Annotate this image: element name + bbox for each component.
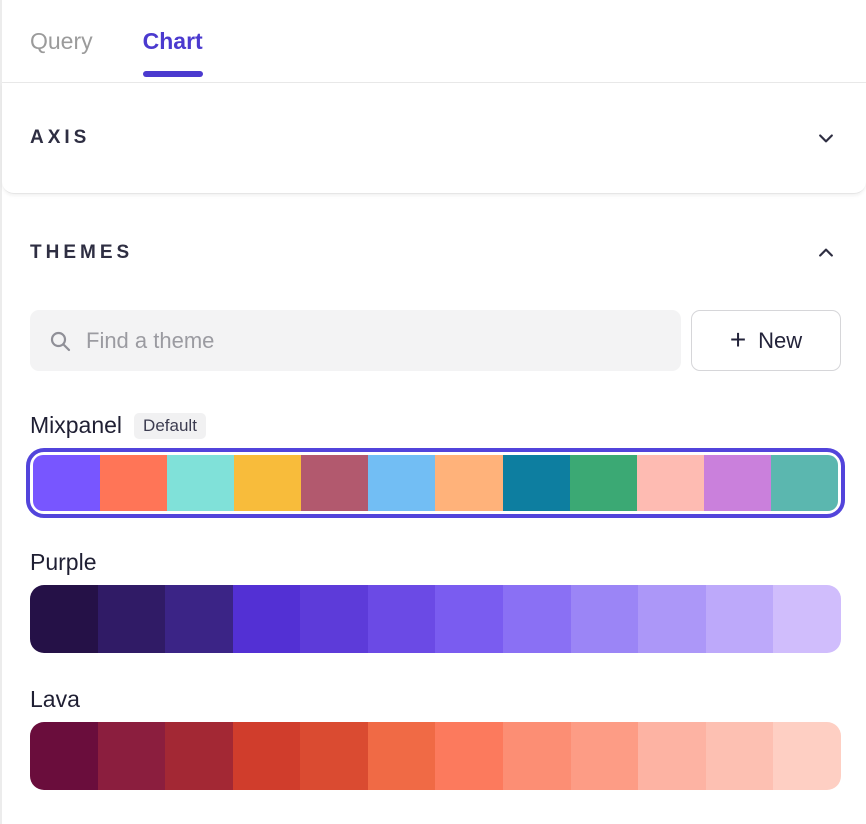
color-swatch (706, 722, 774, 790)
chart-settings-panel: Query Chart AXIS THEMES + New Mixpanel De… (0, 0, 866, 824)
theme-swatch-row[interactable] (33, 455, 838, 511)
search-icon (48, 329, 72, 353)
tab-bar: Query Chart (2, 0, 866, 83)
color-swatch (638, 585, 706, 653)
tab-chart[interactable]: Chart (143, 0, 203, 82)
theme-swatch-row[interactable] (30, 722, 841, 790)
themes-section-header[interactable]: THEMES (2, 224, 866, 282)
axis-section-header[interactable]: AXIS (2, 83, 866, 194)
color-swatch (706, 585, 774, 653)
color-swatch (233, 585, 301, 653)
theme-block-mint: Mint (2, 820, 866, 824)
theme-name: Mixpanel (30, 412, 122, 439)
axis-section-title: AXIS (30, 127, 90, 149)
default-badge: Default (134, 413, 206, 439)
theme-label-row: Lava (30, 683, 841, 716)
chevron-down-icon[interactable] (816, 128, 836, 148)
tab-chart-label: Chart (143, 28, 203, 55)
color-swatch (233, 722, 301, 790)
color-swatch (368, 455, 435, 511)
theme-block-purple: Purple (2, 546, 866, 653)
color-swatch (503, 722, 571, 790)
theme-label-row: Mint (30, 820, 841, 824)
theme-list: Mixpanel Default Purple Lava Mint (2, 409, 866, 824)
color-swatch (571, 585, 639, 653)
color-swatch (368, 585, 436, 653)
color-swatch (773, 722, 841, 790)
color-swatch (167, 455, 234, 511)
theme-search-box[interactable] (30, 310, 681, 371)
color-swatch (30, 585, 98, 653)
theme-label-row: Mixpanel Default (30, 409, 841, 442)
themes-section-title: THEMES (30, 242, 133, 264)
theme-search-input[interactable] (86, 328, 663, 354)
new-theme-button-label: New (758, 328, 802, 354)
theme-swatch-row[interactable] (30, 585, 841, 653)
color-swatch (165, 585, 233, 653)
color-swatch (300, 722, 368, 790)
color-swatch (570, 455, 637, 511)
theme-search-row: + New (30, 310, 841, 371)
color-swatch (704, 455, 771, 511)
chevron-up-icon[interactable] (816, 243, 836, 263)
color-swatch (234, 455, 301, 511)
tab-query-label: Query (30, 28, 93, 55)
color-swatch (33, 455, 100, 511)
color-swatch (98, 585, 166, 653)
color-swatch (435, 722, 503, 790)
color-swatch (773, 585, 841, 653)
color-swatch (300, 585, 368, 653)
selected-theme-outline (26, 448, 845, 518)
color-swatch (503, 585, 571, 653)
tab-query[interactable]: Query (30, 0, 93, 82)
active-tab-underline (143, 71, 203, 77)
theme-block-mixpanel: Mixpanel Default (2, 409, 866, 518)
color-swatch (165, 722, 233, 790)
color-swatch (368, 722, 436, 790)
theme-name: Lava (30, 686, 80, 713)
color-swatch (637, 455, 704, 511)
theme-block-lava: Lava (2, 683, 866, 790)
color-swatch (301, 455, 368, 511)
color-swatch (100, 455, 167, 511)
color-swatch (638, 722, 706, 790)
color-swatch (98, 722, 166, 790)
color-swatch (571, 722, 639, 790)
plus-icon: + (730, 326, 746, 354)
new-theme-button[interactable]: + New (691, 310, 841, 371)
theme-label-row: Purple (30, 546, 841, 579)
color-swatch (435, 455, 502, 511)
color-swatch (30, 722, 98, 790)
color-swatch (503, 455, 570, 511)
theme-name: Purple (30, 549, 96, 576)
color-swatch (435, 585, 503, 653)
color-swatch (771, 455, 838, 511)
